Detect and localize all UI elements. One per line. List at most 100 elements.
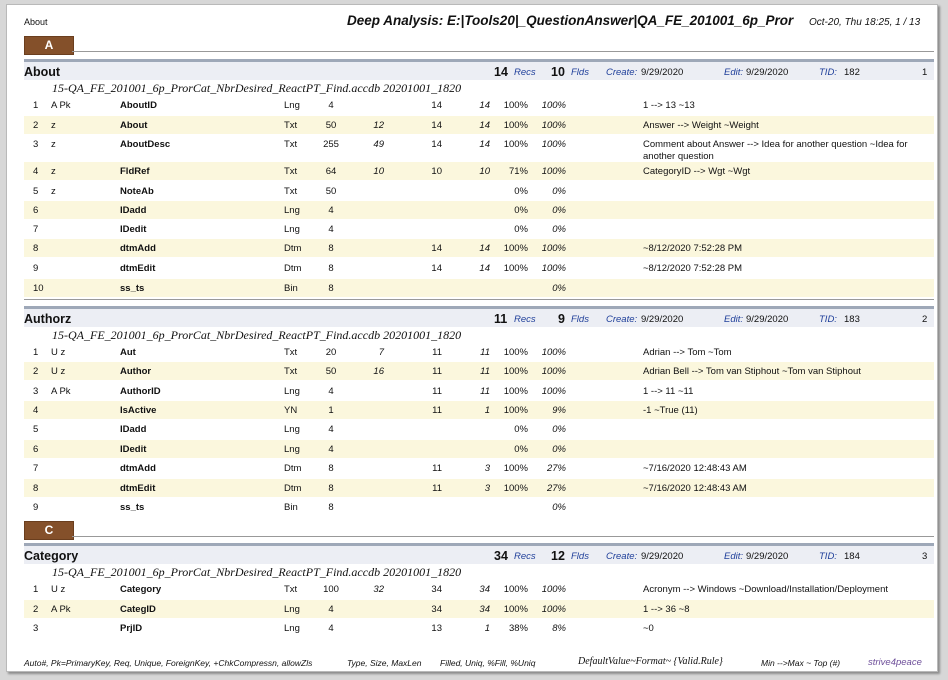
field-count: 12 [551, 549, 565, 563]
field-size: 4 [328, 623, 334, 634]
field-unique-count: 3 [484, 483, 490, 494]
field-name: dtmEdit [120, 483, 156, 494]
table-header-category: Category 34 Recs 12 Flds Create: 9/29/20… [24, 543, 934, 565]
field-number: 1 [33, 100, 39, 111]
section-letter-badge: C [24, 521, 74, 540]
field-percent-filled: 100% [503, 405, 528, 416]
field-number: 4 [33, 405, 39, 416]
field-count: 9 [558, 312, 565, 326]
field-unique-count: 14 [479, 120, 490, 131]
field-filled-count: 11 [432, 386, 442, 397]
field-number: 5 [33, 186, 39, 197]
create-date: 9/29/2020 [641, 551, 684, 562]
table-row: 6 IDedit Lng 4 0% 0% [24, 440, 934, 458]
table-header-about: About 14 Recs 10 Flds Create: 9/29/2020 … [24, 59, 934, 81]
section-letter-badge: A [24, 36, 74, 55]
field-flags: A Pk [51, 604, 71, 615]
field-name: AboutID [120, 100, 157, 111]
field-name: ss_ts [120, 502, 145, 513]
field-number: 3 [33, 623, 39, 634]
section-letter-a: A [24, 36, 934, 55]
tid-value: 182 [844, 67, 860, 78]
field-unique-count: 3 [484, 463, 490, 474]
field-type: Txt [284, 366, 298, 377]
flds-label: Flds [571, 67, 589, 78]
field-percent-unique: 100% [541, 263, 566, 274]
field-flags: z [51, 186, 56, 197]
field-number: 2 [33, 604, 39, 615]
flds-label: Flds [571, 551, 589, 562]
field-percent-unique: 100% [541, 347, 566, 358]
field-percent-filled: 100% [503, 263, 528, 274]
footer-brand: strive4peace [868, 657, 922, 668]
field-value-range: 1 --> 13 ~13 [643, 100, 695, 111]
create-label: Create: [606, 551, 638, 562]
field-number: 3 [33, 386, 39, 397]
field-filled-count: 11 [432, 366, 442, 377]
report-date-page: Oct-20, Thu 18:25, 1 / 13 [809, 17, 921, 28]
field-filled-count: 14 [431, 120, 442, 131]
table-row: 7 IDedit Lng 4 0% 0% [24, 220, 934, 238]
table-row: 8 dtmEdit Dtm 8 11 3 100% 27% ~7/16/2020 12:48:… [24, 479, 934, 497]
edit-date: 9/29/2020 [746, 314, 789, 325]
field-size: 50 [325, 366, 337, 377]
field-type: Lng [284, 224, 300, 235]
field-number: 3 [33, 139, 39, 150]
field-percent-filled: 100% [503, 463, 528, 474]
field-max-length: 16 [373, 366, 384, 377]
field-percent-unique: 0% [552, 186, 566, 197]
field-unique-count: 11 [480, 347, 490, 358]
field-percent-unique: 100% [541, 584, 566, 595]
field-unique-count: 11 [480, 386, 490, 397]
field-percent-unique: 100% [541, 366, 566, 377]
field-value-range: -1 ~True (11) [643, 405, 698, 416]
field-size: 50 [325, 120, 337, 131]
footer-type-legend: Type, Size, MaxLen [347, 658, 422, 668]
field-percent-unique: 0% [552, 205, 566, 216]
field-value-range: ~0 [643, 623, 654, 634]
field-percent-unique: 0% [552, 224, 566, 235]
field-type: Txt [284, 186, 298, 197]
table-row: 3 PrjID Lng 4 13 1 38% 8% ~0 [24, 619, 934, 637]
field-name: IDadd [120, 424, 147, 435]
field-number: 1 [33, 347, 39, 358]
table-row: 7 dtmAdd Dtm 8 11 3 100% 27% ~7/16/2020 12:48:4… [24, 459, 934, 477]
table-row: 1 U z Category Txt 100 32 34 34 100% 100% Acronym … [24, 580, 934, 598]
table-row: 3 A Pk AuthorID Lng 4 11 11 100% 100% 1 --> 11 ~1… [24, 382, 934, 400]
field-value-range: ~7/16/2020 12:48:43 AM [643, 463, 747, 474]
field-filled-count: 14 [431, 139, 442, 150]
field-percent-filled: 100% [503, 483, 528, 494]
table-row: 8 dtmAdd Dtm 8 14 14 100% 100% ~8/12/2020 7:52:… [24, 239, 934, 257]
table-page-number: 1 [922, 67, 928, 78]
field-name: About [120, 120, 148, 131]
field-name: Author [120, 366, 152, 377]
field-name: IDedit [120, 444, 147, 455]
field-type: Txt [284, 166, 298, 177]
footer-filled-legend: Filled, Uniq, %Fill, %Uniq [440, 658, 536, 668]
field-flags: A Pk [51, 386, 71, 397]
field-type: Dtm [284, 263, 302, 274]
flds-label: Flds [571, 314, 589, 325]
create-label: Create: [606, 314, 638, 325]
field-size: 1 [328, 405, 334, 416]
field-unique-count: 14 [479, 243, 490, 254]
footer-flags-legend: Auto#, Pk=PrimaryKey, Req, Unique, Forei… [24, 658, 313, 668]
field-name: IDadd [120, 205, 147, 216]
field-type: Lng [284, 424, 300, 435]
field-type: Lng [284, 100, 300, 111]
edit-label: Edit: [724, 67, 744, 78]
field-unique-count: 1 [484, 405, 490, 416]
field-filled-count: 14 [431, 243, 442, 254]
field-value-range: ~7/16/2020 12:48:43 AM [643, 483, 747, 494]
field-percent-unique: 0% [552, 502, 566, 513]
table-name: About [24, 65, 61, 79]
table-row: 4 z FldRef Txt 64 10 10 10 71% 100% CategoryID -->… [24, 162, 934, 180]
footer-minmax-legend: Min -->Max ~ Top (#) [761, 658, 841, 668]
record-count: 11 [494, 312, 508, 326]
field-size: 8 [328, 463, 334, 474]
field-name: IsActive [120, 405, 157, 416]
table-row: 2 A Pk CategID Lng 4 34 34 100% 100% 1 --> 36 ~8 [24, 600, 934, 618]
field-unique-count: 14 [479, 139, 490, 150]
field-percent-filled: 100% [503, 139, 528, 150]
field-number: 1 [33, 584, 39, 595]
